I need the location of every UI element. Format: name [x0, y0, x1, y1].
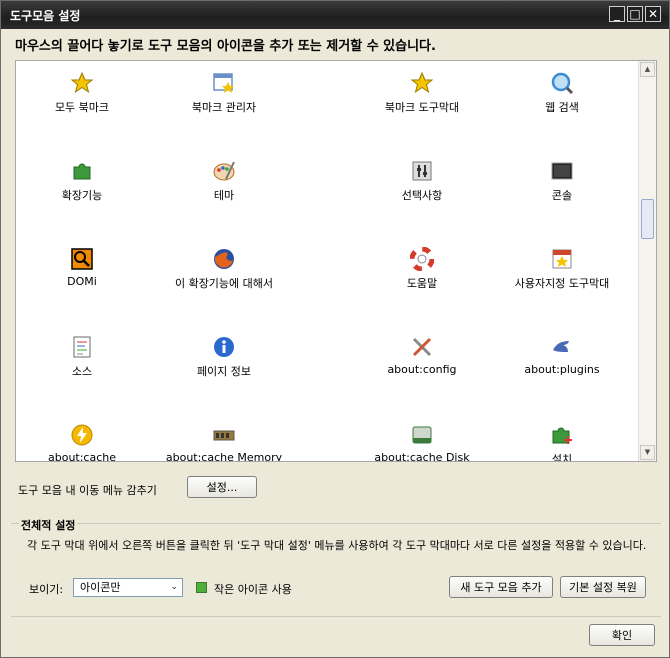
customize-icon	[550, 247, 574, 271]
toolbar-item-palette: 모두 북마크 북마크 관리자 북마크 도구막대 웹 검색확장기능 테마 선택사항 콘솔 DOM…	[15, 60, 657, 462]
show-mode-select[interactable]: 아이콘만 ⌄	[73, 578, 183, 597]
plugins-icon	[550, 335, 574, 359]
ok-button[interactable]: 확인	[589, 624, 655, 646]
palette-item-label: 이 확장기능에 대해서	[174, 277, 274, 290]
palette-item[interactable]: DOMi	[16, 247, 162, 288]
add-new-toolbar-button[interactable]: 새 도구 모음 추가	[449, 576, 553, 598]
palette-item-label: 사용자지정 도구막대	[514, 277, 610, 290]
palette-item-label: about:cache Disk	[374, 451, 470, 462]
console-icon	[550, 159, 574, 183]
palette-item-label: 선택사항	[401, 189, 443, 202]
small-icons-checkbox[interactable]	[196, 582, 207, 593]
bookmark-manager-icon	[212, 71, 236, 95]
palette-item[interactable]: 웹 검색	[482, 71, 642, 115]
palette-item-label: 설치	[551, 453, 573, 462]
maximize-button[interactable]: □	[627, 6, 643, 22]
palette-item[interactable]: 테마	[144, 159, 304, 203]
palette-item-label: about:cache Memory	[165, 451, 283, 462]
dom-inspector-icon	[70, 247, 94, 271]
palette-item[interactable]: 이 확장기능에 대해서	[144, 247, 304, 291]
palette-item[interactable]: 선택사항	[342, 159, 502, 203]
lifebuoy-icon	[409, 246, 435, 272]
instruction-text: 마우스의 끌어다 놓기로 도구 모음의 아이콘을 추가 또는 제거할 수 있습니…	[15, 39, 436, 54]
show-mode-value: 아이콘만	[80, 581, 121, 594]
palette-item-label: 웹 검색	[545, 101, 579, 114]
tools-icon	[410, 335, 434, 359]
palette-item-label: 확장기능	[61, 189, 103, 202]
settings-button[interactable]: 설정...	[187, 476, 257, 498]
firefox-icon	[212, 247, 236, 271]
small-icons-label: 작은 아이콘 사용	[214, 583, 292, 596]
palette-item[interactable]: 소스	[16, 335, 162, 379]
star-icon	[70, 71, 94, 95]
palette-item[interactable]: 확장기능	[16, 159, 162, 203]
title-bar: 도구모음 설정 _ □ ✕	[1, 1, 669, 29]
disk-icon	[410, 423, 434, 447]
palette-item[interactable]: 설치	[482, 423, 642, 462]
palette-item[interactable]: about:plugins	[482, 335, 642, 376]
palette-item-label: about:config	[387, 363, 457, 376]
scroll-up-button[interactable]: ▲	[640, 62, 655, 77]
maximize-icon: □	[629, 7, 641, 21]
lightning-icon	[70, 423, 94, 447]
search-icon	[550, 71, 574, 95]
palette-item-label: 콘솔	[551, 189, 573, 202]
palette-item-label: about:cache	[47, 451, 117, 462]
options-icon	[410, 159, 434, 183]
show-label: 보이기:	[29, 583, 64, 596]
palette-item[interactable]: 북마크 도구막대	[342, 71, 502, 115]
scroll-thumb[interactable]	[641, 199, 654, 239]
memory-icon	[212, 423, 236, 447]
global-settings-description: 각 도구 막대 위에서 오른쪽 버튼을 클릭한 뒤 '도구 막대 설정' 메뉴를…	[27, 539, 647, 552]
palette-item-label: 북마크 도구막대	[384, 101, 460, 114]
footer-separator	[11, 616, 661, 617]
puzzle-icon	[70, 159, 94, 183]
scroll-down-button[interactable]: ▼	[640, 445, 655, 460]
arrow-up-icon: ▲	[644, 65, 651, 73]
window-title: 도구모음 설정	[10, 9, 81, 23]
palette-item-label: 소스	[71, 365, 93, 378]
palette-item[interactable]: 북마크 관리자	[144, 71, 304, 115]
palette-icon	[212, 159, 236, 183]
palette-item[interactable]: about:cache Memory	[144, 423, 304, 462]
global-settings-title: 전체적 설정	[19, 517, 78, 533]
chevron-down-icon: ⌄	[170, 582, 178, 592]
minimize-icon: _	[614, 7, 620, 21]
close-icon: ✕	[647, 7, 659, 21]
palette-item[interactable]: about:config	[342, 335, 502, 376]
palette-item-label: 북마크 관리자	[191, 101, 257, 114]
close-button[interactable]: ✕	[645, 6, 661, 22]
source-icon	[70, 335, 94, 359]
minimize-button[interactable]: _	[609, 6, 625, 22]
palette-item-label: 테마	[213, 189, 235, 202]
palette-item[interactable]: 사용자지정 도구막대	[482, 247, 642, 291]
arrow-down-icon: ▼	[644, 448, 651, 456]
restore-default-button[interactable]: 기본 설정 복원	[560, 576, 646, 598]
palette-item[interactable]: about:cache Disk	[342, 423, 502, 462]
palette-item[interactable]: 도움말	[342, 246, 502, 291]
palette-item-label: 페이지 정보	[196, 365, 252, 378]
global-settings-group: 전체적 설정	[11, 517, 661, 617]
palette-item-label: DOMi	[67, 275, 97, 288]
palette-grid: 모두 북마크 북마크 관리자 북마크 도구막대 웹 검색확장기능 테마 선택사항 콘솔 DOM…	[16, 61, 639, 461]
info-icon	[212, 335, 236, 359]
install-icon	[550, 423, 574, 447]
hide-menu-label: 도구 모음 내 이동 메뉴 감추기	[18, 484, 157, 497]
palette-item[interactable]: 모두 북마크	[16, 71, 162, 115]
palette-item-label: about:plugins	[524, 363, 600, 376]
palette-item-label: 도움말	[406, 277, 438, 290]
star-icon	[410, 71, 434, 95]
palette-item[interactable]: about:cache	[16, 423, 162, 462]
palette-scrollbar[interactable]: ▲ ▼	[638, 61, 656, 461]
palette-item[interactable]: 콘솔	[482, 159, 642, 203]
toolbar-settings-window: 도구모음 설정 _ □ ✕ 마우스의 끌어다 놓기로 도구 모음의 아이콘을 추…	[0, 0, 670, 658]
palette-item-label: 모두 북마크	[54, 101, 110, 114]
palette-item[interactable]: 페이지 정보	[144, 335, 304, 379]
